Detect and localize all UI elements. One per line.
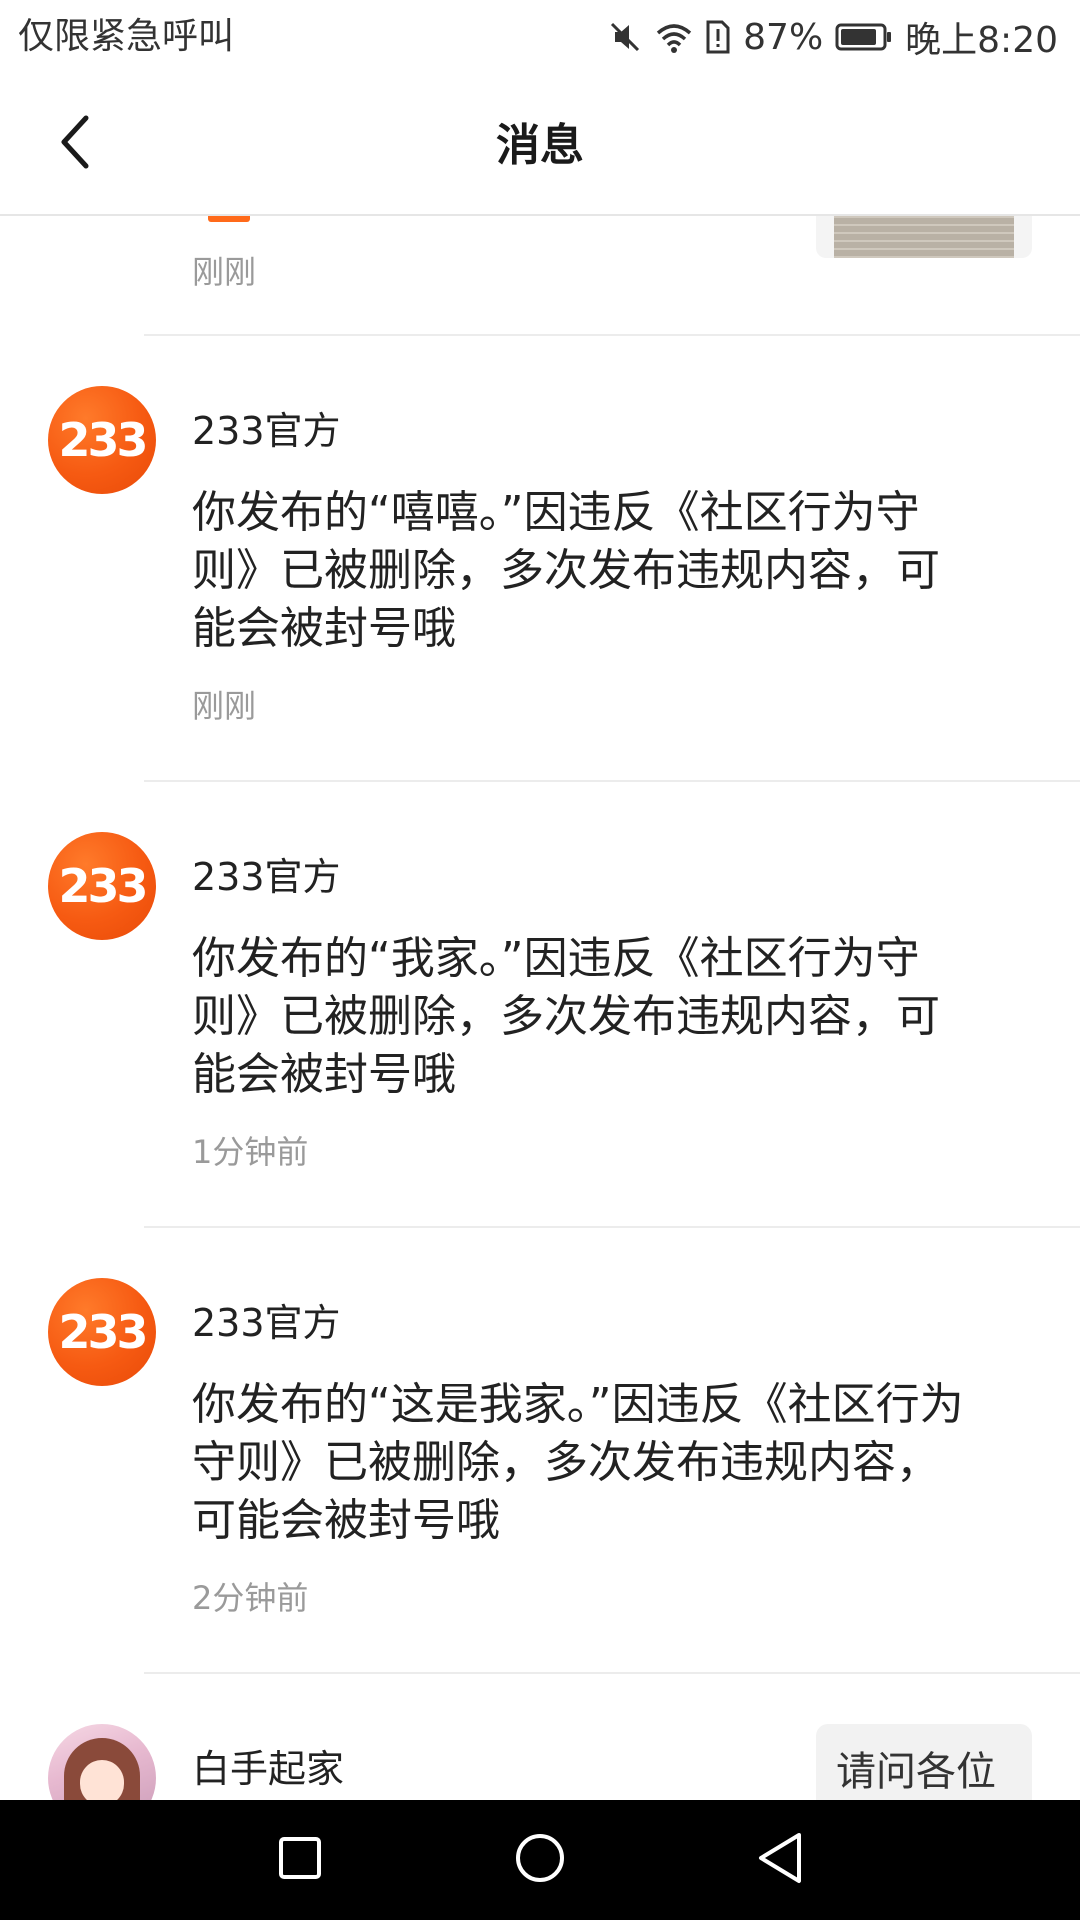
sender-name: 233官方 <box>192 855 341 899</box>
list-item[interactable]: 233 233官方 你发布的“这是我家。”因违反《社区行为守则》已被删除，多次发… <box>0 1228 1080 1672</box>
message-body: 你发布的“嘻嘻。”因违反《社区行为守则》已被删除，多次发布违规内容，可能会被封号… <box>192 487 940 654</box>
avatar-face <box>80 1760 124 1800</box>
list-item-partial[interactable]: 刚刚 <box>0 216 1080 334</box>
sim-alert-icon <box>705 19 731 55</box>
sender-name: 233官方 <box>192 1301 341 1345</box>
list-item[interactable]: 233 233官方 你发布的“嘻嘻。”因违反《社区行为守则》已被删除，多次发布违… <box>0 336 1080 780</box>
status-icons: 87% 晚上8:20 <box>607 14 1058 61</box>
list-item[interactable]: 白手起家 请问各位 <box>0 1674 1080 1800</box>
message-time: 刚刚 <box>192 687 257 725</box>
battery-percent: 87% <box>743 16 824 58</box>
avatar[interactable] <box>48 1724 156 1800</box>
message-body: 你发布的“这是我家。”因违反《社区行为守则》已被删除，多次发布违规内容，可能会被… <box>192 1379 964 1546</box>
avatar[interactable]: 233 <box>48 1278 156 1386</box>
status-time: 晚上8:20 <box>905 20 1058 61</box>
avatar[interactable]: 233 <box>48 832 156 940</box>
avatar[interactable]: 233 <box>48 386 156 494</box>
battery-icon <box>835 22 893 52</box>
home-button[interactable] <box>510 1830 570 1890</box>
message-body: 你发布的“我家。”因违反《社区行为守则》已被删除，多次发布违规内容，可能会被封号… <box>192 933 940 1100</box>
page-title: 消息 <box>496 120 584 171</box>
message-time: 刚刚 <box>192 253 257 291</box>
carrier-text: 仅限紧急呼叫 <box>18 16 235 57</box>
list-item[interactable]: 233 233官方 你发布的“我家。”因违反《社区行为守则》已被删除，多次发布违… <box>0 782 1080 1226</box>
thumbnail-image <box>834 216 1014 258</box>
back-nav-button[interactable] <box>750 1830 810 1890</box>
message-time: 2分钟前 <box>192 1579 309 1617</box>
status-bar: 仅限紧急呼叫 87% 晚上8:20 <box>0 0 1080 74</box>
header: 消息 <box>0 74 1080 216</box>
sender-name: 233官方 <box>192 409 341 453</box>
preview-text: 请问各位 <box>836 1749 996 1795</box>
square-icon <box>275 1833 325 1887</box>
preview-box: 请问各位 <box>816 1724 1032 1800</box>
partial-thumbnail <box>816 216 1032 258</box>
sender-name: 白手起家 <box>192 1747 345 1791</box>
message-time: 1分钟前 <box>192 1133 309 1171</box>
circle-icon <box>513 1831 567 1889</box>
navigation-bar <box>0 1800 1080 1920</box>
partial-badge <box>208 216 250 222</box>
mute-icon <box>607 19 643 55</box>
wifi-icon <box>655 19 693 55</box>
triangle-back-icon <box>755 1831 805 1889</box>
message-list[interactable]: 刚刚 233 233官方 你发布的“嘻嘻。”因违反《社区行为守则》已被删除，多次… <box>0 216 1080 1800</box>
recent-apps-button[interactable] <box>270 1830 330 1890</box>
